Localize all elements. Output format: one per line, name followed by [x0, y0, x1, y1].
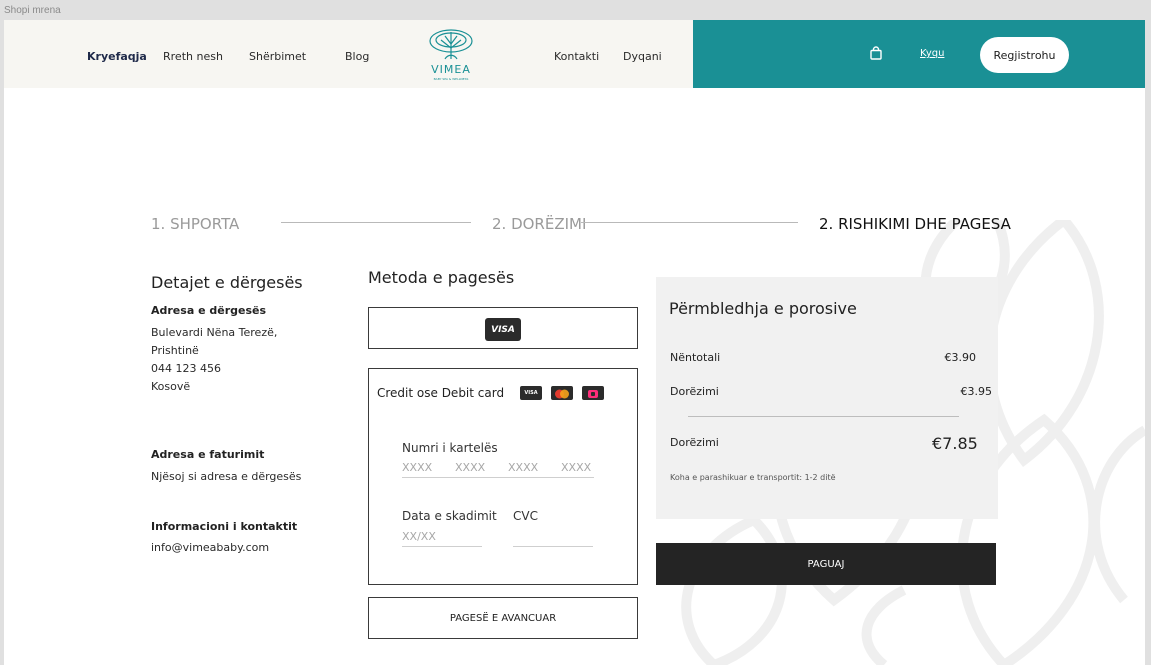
subtotal-label: Nëntotali: [670, 351, 721, 364]
delivery-label: Dorëzimi: [670, 385, 719, 398]
vimea-logo[interactable]: VIMEA BABY SPA & WELLNESS: [423, 26, 479, 82]
nav-services[interactable]: Shërbimet: [249, 50, 306, 63]
logo-name: VIMEA: [431, 63, 471, 76]
payment-method-title: Metoda e pagesës: [368, 268, 515, 287]
pay-button[interactable]: PAGUAJ: [656, 543, 996, 585]
nav-about[interactable]: Rreth nesh: [163, 50, 223, 63]
shopping-bag-icon[interactable]: [869, 46, 883, 60]
card-payment-title: Credit ose Debit card: [377, 386, 505, 400]
nav-contact[interactable]: Kontakti: [554, 50, 599, 63]
address-line: 044 123 456: [151, 362, 221, 375]
delivery-value: €3.95: [960, 385, 993, 398]
frame-label: Shopi mrena: [4, 5, 61, 16]
subtotal-value: €3.90: [944, 351, 977, 364]
login-link[interactable]: Kyqu: [920, 48, 944, 59]
checkout-page: Kryefaqja Rreth nesh Shërbimet Blog Kont…: [4, 20, 1145, 665]
total-label: Dorëzimi: [670, 436, 719, 449]
step-cart: 1. SHPORTA: [151, 215, 240, 233]
contact-info-heading: Informacioni i kontaktit: [151, 520, 298, 533]
advanced-payment-button[interactable]: PAGESË E AVANCUAR: [368, 597, 638, 639]
nav-shop[interactable]: Dyqani: [623, 50, 662, 63]
shipping-address-heading: Adresa e dërgesës: [151, 304, 267, 317]
address-line: Kosovë: [151, 380, 191, 393]
cvc-input[interactable]: [513, 546, 593, 547]
address-line: Bulevardi Nëna Terezë,: [151, 326, 278, 339]
order-summary: Përmbledhja e porosive Nëntotali €3.90 D…: [656, 277, 998, 519]
bank-card-icon: [582, 386, 604, 400]
step-divider: [281, 222, 471, 223]
expiry-label: Data e skadimit: [402, 509, 497, 523]
card-number-placeholder[interactable]: XXXX: [508, 461, 538, 474]
header-account-area: [693, 20, 1145, 88]
order-summary-title: Përmbledhja e porosive: [669, 299, 857, 318]
step-review-payment: 2. RISHIKIMI DHE PAGESA: [819, 215, 1011, 233]
card-number-underline: [402, 477, 594, 478]
step-delivery: 2. DORËZIMI: [492, 215, 587, 233]
logo-tagline: BABY SPA & WELLNESS: [433, 77, 469, 81]
tree-logo-icon: [429, 29, 473, 60]
address-line: Prishtinë: [151, 344, 199, 357]
mastercard-icon: [551, 386, 573, 400]
cvc-label: CVC: [513, 509, 538, 523]
shipping-details-title: Detajet e dërgesës: [151, 273, 303, 292]
total-value: €7.85: [932, 434, 978, 453]
nav-home[interactable]: Kryefaqja: [87, 50, 147, 63]
card-number-label: Numri i kartelës: [402, 441, 498, 455]
summary-divider: [688, 416, 959, 417]
delivery-estimate-note: Koha e parashikuar e transportit: 1-2 di…: [670, 473, 836, 482]
card-payment-form[interactable]: Credit ose Debit card VISA Numri i karte…: [368, 368, 638, 585]
visa-payment-option[interactable]: VISA: [368, 307, 638, 349]
card-number-placeholder[interactable]: XXXX: [455, 461, 485, 474]
register-button[interactable]: Regjistrohu: [980, 37, 1069, 73]
expiry-input[interactable]: XX/XX: [402, 530, 436, 543]
shipping-address: Bulevardi Nëna Terezë, Prishtinë 044 123…: [151, 324, 277, 396]
billing-address-text: Njësoj si adresa e dërgesës: [151, 470, 302, 483]
card-number-placeholder[interactable]: XXXX: [561, 461, 591, 474]
visa-logo-icon: VISA: [485, 318, 521, 341]
nav-blog[interactable]: Blog: [345, 50, 369, 63]
step-divider: [581, 222, 798, 223]
billing-address-heading: Adresa e faturimit: [151, 448, 265, 461]
contact-email: info@vimeababy.com: [151, 541, 270, 554]
visa-icon: VISA: [520, 386, 542, 400]
card-number-placeholder[interactable]: XXXX: [402, 461, 432, 474]
expiry-underline: [402, 546, 482, 547]
